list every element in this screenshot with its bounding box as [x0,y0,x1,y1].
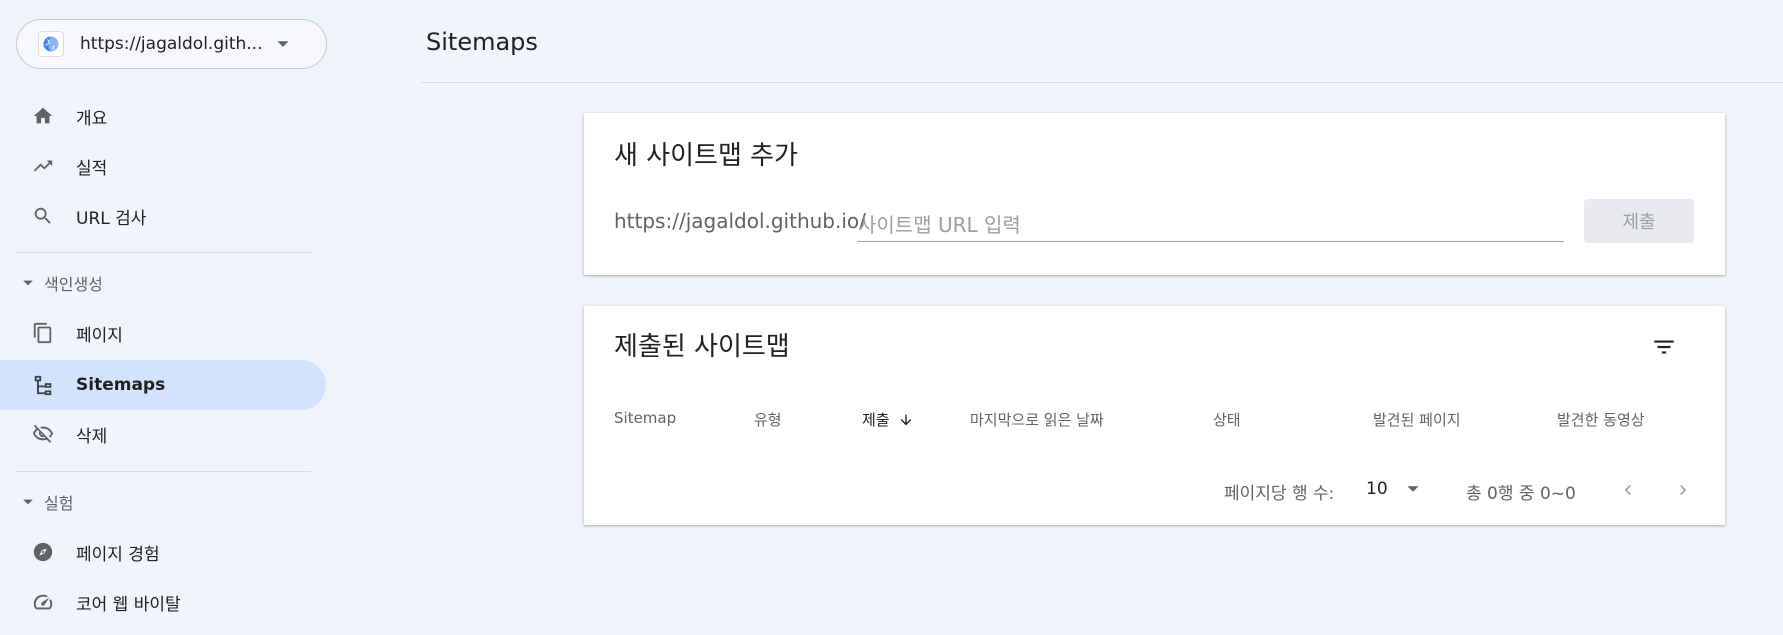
chevron-down-icon [276,37,290,51]
nav-item-sitemaps[interactable]: Sitemaps [0,360,326,410]
sitemap-url-input[interactable] [858,209,1564,242]
section-indexing[interactable]: 색인생성 [0,265,320,301]
file-copy-icon [31,321,55,345]
sitemap-url-prefix: https://jagaldol.github.io/ [614,209,866,233]
sidebar-divider [16,252,311,253]
section-label: 색인생성 [44,275,103,294]
search-icon [31,204,55,228]
caret-down-icon [22,277,34,289]
column-header-discovered-pages[interactable]: 발견된 페이지 [1373,409,1461,430]
nav-item-core-web-vitals[interactable]: 코어 웹 바이탈 [0,577,326,627]
section-experiments[interactable]: 실험 [0,484,320,520]
nav-item-url-inspection[interactable]: URL 검사 [0,191,326,241]
sidebar: https://jagaldol.gith... 개요 실적 URL 검사 색인… [0,0,330,635]
submitted-sitemaps-card: 제출된 사이트맵 Sitemap 유형 제출 마지막으로 읽은 날짜 상태 발견… [584,306,1725,525]
filter-icon[interactable] [1647,330,1681,364]
nav-item-label: 실적 [76,158,108,179]
home-icon [31,104,55,128]
nav-item-label: 개요 [76,108,108,129]
property-url: https://jagaldol.gith... [80,34,262,54]
nav-item-page-experience[interactable]: 페이지 경험 [0,527,326,577]
nav-item-removals[interactable]: 삭제 [0,409,326,459]
chevron-left-icon[interactable] [1614,476,1642,504]
explore-icon [31,540,55,564]
section-label: 실험 [44,494,74,513]
submit-button[interactable]: 제출 [1584,199,1694,243]
trending-up-icon [31,154,55,178]
chevron-down-icon [1406,482,1420,496]
column-header-discovered-videos[interactable]: 발견한 동영상 [1557,409,1645,430]
caret-down-icon [22,496,34,508]
rows-per-page-label: 페이지당 행 수: [1224,484,1335,504]
sitemap-icon [31,373,55,397]
nav-item-label: Sitemaps [76,375,166,395]
nav-item-label: URL 검사 [76,208,147,229]
nav-item-performance[interactable]: 실적 [0,141,326,191]
column-header-type[interactable]: 유형 [754,409,782,430]
rows-per-page-value: 10 [1366,479,1388,499]
add-sitemap-card: 새 사이트맵 추가 https://jagaldol.github.io/ 제출 [584,113,1725,275]
page-title: Sitemaps [426,28,538,56]
column-header-last-read[interactable]: 마지막으로 읽은 날짜 [970,409,1104,430]
visibility-off-icon [31,422,55,446]
nav-item-label: 페이지 [76,325,123,346]
nav-item-label: 삭제 [76,426,108,447]
rows-per-page-select[interactable]: 10 [1366,479,1420,499]
nav-item-pages[interactable]: 페이지 [0,308,326,358]
add-sitemap-title: 새 사이트맵 추가 [614,141,798,171]
column-header-status[interactable]: 상태 [1213,409,1241,430]
column-header-label: 제출 [862,411,890,429]
chevron-right-icon[interactable] [1669,476,1697,504]
speed-icon [31,590,55,614]
globe-icon [38,31,64,57]
nav-item-label: 페이지 경험 [76,544,160,565]
column-header-submitted[interactable]: 제출 [862,409,914,430]
sidebar-divider [16,471,311,472]
nav-item-label: 코어 웹 바이탈 [76,594,181,615]
header-divider [421,82,1783,83]
property-selector[interactable]: https://jagaldol.gith... [16,19,327,69]
submitted-sitemaps-title: 제출된 사이트맵 [614,332,790,362]
pagination-range: 총 0행 중 0~0 [1466,484,1576,504]
nav-item-overview[interactable]: 개요 [0,91,326,141]
column-header-sitemap[interactable]: Sitemap [614,409,676,427]
arrow-down-icon [898,412,914,428]
